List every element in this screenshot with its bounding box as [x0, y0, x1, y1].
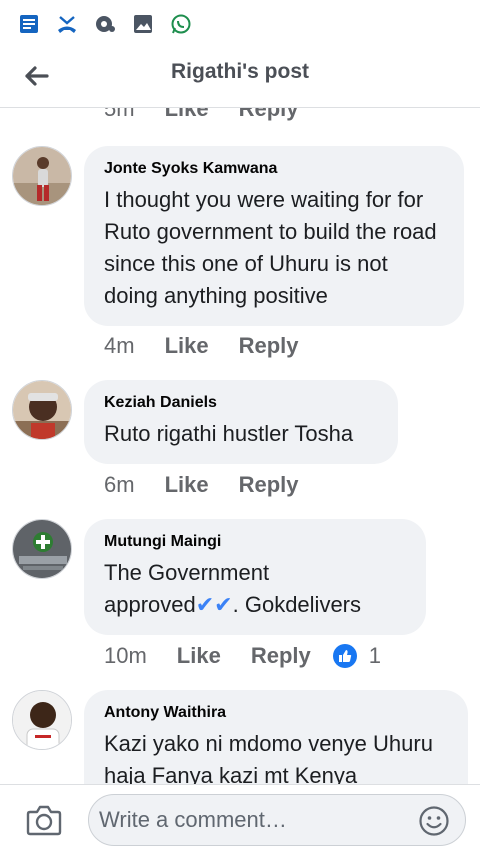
- reply-button[interactable]: Reply: [239, 333, 299, 359]
- thumbs-up-icon: [332, 644, 357, 668]
- comment-text: I thought you were waiting for for Ruto …: [104, 187, 437, 308]
- like-button[interactable]: Like: [165, 472, 209, 498]
- comment-actions: 5m Like Reply: [104, 108, 299, 122]
- status-bar: [0, 0, 480, 48]
- emoji-button[interactable]: [417, 804, 451, 838]
- camera-icon: [26, 805, 62, 836]
- post-header: Rigathi's post: [0, 48, 480, 108]
- comment-input[interactable]: [99, 803, 399, 837]
- missed-call-icon: [56, 13, 78, 35]
- comment-input-box[interactable]: [88, 794, 466, 846]
- comment-bubble[interactable]: Jonte Syoks Kamwana I thought you were w…: [84, 146, 464, 326]
- reaction-summary[interactable]: 1: [332, 643, 381, 669]
- comment-bubble[interactable]: Antony Waithira Kazi yako ni mdomo venye…: [84, 690, 468, 784]
- news-icon: [18, 13, 40, 35]
- comment-text: The Government approved✔✔. Gokdelivers: [104, 557, 406, 621]
- comment-text: Kazi yako ni mdomo venye Uhuru haja Fany…: [104, 731, 433, 784]
- page-title: Rigathi's post: [171, 60, 309, 83]
- comment-time: 4m: [104, 333, 135, 358]
- comment-author[interactable]: Antony Waithira: [104, 704, 448, 722]
- comment-actions: 4m Like Reply: [104, 333, 299, 359]
- comment-author[interactable]: Mutungi Maingi: [104, 533, 406, 551]
- camera-button[interactable]: [24, 802, 64, 838]
- avatar[interactable]: [12, 146, 72, 206]
- like-button[interactable]: Like: [165, 108, 209, 122]
- comment-composer: [0, 784, 480, 854]
- like-button[interactable]: Like: [177, 643, 221, 669]
- comment-bubble[interactable]: Keziah Daniels Ruto rigathi hustler Tosh…: [84, 380, 398, 464]
- gallery-icon: [132, 13, 154, 35]
- emoji-icon: [419, 806, 449, 836]
- whatsapp-icon: [170, 13, 192, 35]
- comment-actions: 10m Like Reply 1: [104, 643, 381, 669]
- reaction-count: 1: [368, 643, 381, 668]
- reply-button[interactable]: Reply: [239, 472, 299, 498]
- avatar[interactable]: [12, 380, 72, 440]
- comment-author[interactable]: Keziah Daniels: [104, 394, 378, 412]
- reply-button[interactable]: Reply: [251, 643, 311, 669]
- vpn-icon: [94, 13, 116, 35]
- comment-bubble[interactable]: Mutungi Maingi The Government approved✔✔…: [84, 519, 426, 635]
- comment-time: 6m: [104, 472, 135, 497]
- comment-text-line: . Gokdelivers: [232, 592, 362, 617]
- comment-time: 10m: [104, 643, 147, 668]
- reply-button[interactable]: Reply: [239, 108, 299, 122]
- comments-feed[interactable]: 5m Like Reply Jonte Syoks Kamwana I thou…: [0, 108, 480, 784]
- like-button[interactable]: Like: [165, 333, 209, 359]
- comment-text: Ruto rigathi hustler Tosha: [104, 421, 354, 446]
- avatar[interactable]: [12, 519, 72, 579]
- comment-text-line: approved: [104, 592, 196, 617]
- comment-text-line: The Government: [104, 560, 270, 585]
- comment-author[interactable]: Jonte Syoks Kamwana: [104, 160, 444, 178]
- comment-time: 5m: [104, 108, 135, 121]
- avatar[interactable]: [12, 690, 72, 750]
- check-mark-emoji: ✔✔: [195, 592, 233, 617]
- comment-actions: 6m Like Reply: [104, 472, 299, 498]
